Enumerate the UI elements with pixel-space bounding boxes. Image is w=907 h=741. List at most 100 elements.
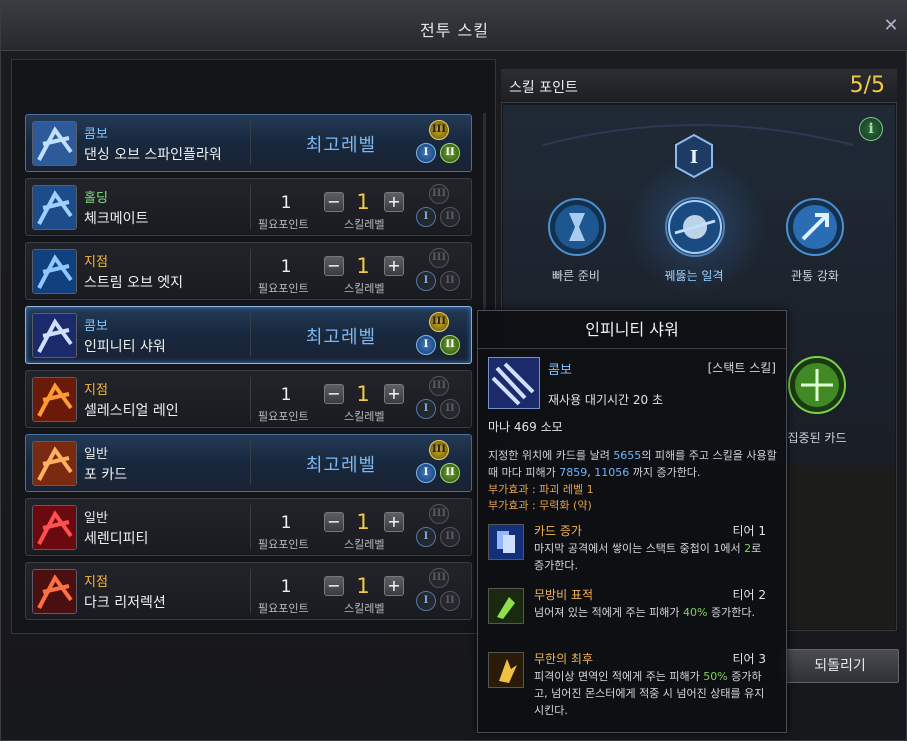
tree-skill-label-2: 관통 강화 [791,269,839,283]
tier-2-badge[interactable]: II [440,143,460,163]
skill-point-header: 스킬 포인트 5/5 [501,69,897,103]
tier-1-badge[interactable]: I [416,335,436,355]
tier-3-badge[interactable]: III [429,248,449,268]
tier-3-badge[interactable]: III [429,504,449,524]
need-point-value: 1 [280,513,292,533]
level-minus-button[interactable]: − [324,192,344,212]
stream-edge-icon [32,249,77,294]
tree-skill-pierce-enhance[interactable] [785,197,845,257]
level-minus-button[interactable]: − [324,512,344,532]
tree-skill-piercing-strike[interactable] [665,197,725,257]
four-card-icon [32,441,77,486]
tier-1-badge[interactable]: I [416,143,436,163]
tier-1-badge[interactable]: I [416,207,436,227]
tier-3-badge[interactable]: III [429,376,449,396]
tier-2-badge[interactable]: II [440,207,460,227]
skill-name: 셀레스티얼 레인 [84,403,179,419]
level-plus-button[interactable]: + [384,384,404,404]
card-increase-icon [488,524,524,560]
skill-name: 댄싱 오브 스파인플라워 [84,147,222,163]
max-level-label: 최고레벨 [305,135,377,156]
skill-row[interactable]: 콤보 인피니티 샤워 최고레벨 III I II [25,306,472,364]
info-icon[interactable]: i [859,117,883,141]
skill-level-value: 1 [356,574,370,598]
max-level-label: 최고레벨 [305,455,377,476]
tier-3-badge[interactable]: III [429,312,449,332]
infinity-shower-icon [488,357,540,409]
skill-name: 인피니티 샤워 [84,339,166,355]
level-plus-button[interactable]: + [384,576,404,596]
tier-3-badge[interactable]: III [429,120,449,140]
tier-3-name: 무한의 최후 [534,652,594,666]
skill-type: 콤보 [84,127,108,142]
title-bar[interactable]: 전투 스킬 ✕ [1,1,907,51]
tree-skill-quick-prep[interactable] [547,197,607,257]
level-minus-button[interactable]: − [324,256,344,276]
tier-2-badge[interactable]: II [440,271,460,291]
skill-row[interactable]: 지점 다크 리저렉션 1 필요포인트 −1 + 스킬레벨 III I II [25,562,472,620]
tree-skill-label-1: 꿰뚫는 일격 [664,269,724,283]
skill-type: 일반 [84,447,108,462]
skill-type: 일반 [84,511,108,526]
skill-row[interactable]: 홀딩 체크메이트 1 필요포인트 −1 + 스킬레벨 III I II [25,178,472,236]
tooltip-title: 인피니티 샤워 [478,311,786,349]
skill-point-title: 스킬 포인트 [509,80,578,96]
tier-1-badge[interactable]: I [416,463,436,483]
level-plus-button[interactable]: + [384,192,404,212]
serendipity-icon [32,505,77,550]
need-point-value: 1 [280,193,292,213]
tier-1-badge[interactable]: I [416,591,436,611]
skill-level-value: 1 [356,382,370,406]
checkmate-icon [32,185,77,230]
skill-type: 지점 [84,575,108,590]
level-plus-button[interactable]: + [384,256,404,276]
skill-name: 다크 리저렉션 [84,595,166,611]
skill-tooltip: 인피니티 샤워 콤보 [스택트 스킬] 재사용 대기시간 20 초 마나 469… [477,310,787,733]
tier-3-badge[interactable]: III [429,440,449,460]
row-divider [250,249,251,293]
tier-2-badge[interactable]: II [440,527,460,547]
row-divider [250,313,251,357]
skill-row[interactable]: 지점 셀레스티얼 레인 1 필요포인트 −1 + 스킬레벨 III I II [25,370,472,428]
tooltip-mana: 마나 469 소모 [488,420,563,434]
skill-row[interactable]: 일반 세렌디피티 1 필요포인트 −1 + 스킬레벨 III I II [25,498,472,556]
skill-level-label: 스킬레벨 [344,410,385,423]
tooltip-cooldown: 재사용 대기시간 20 초 [548,393,664,407]
tier-2-level: 티어 2 [732,588,766,602]
tier-1-badge[interactable]: I [416,271,436,291]
need-point-label: 필요포인트 [258,602,309,615]
revert-button[interactable]: 되돌리기 [781,649,899,683]
tier-2-badge[interactable]: II [440,335,460,355]
tier-1-name: 카드 증가 [534,524,582,538]
tier-3-level: 티어 3 [732,652,766,666]
skill-type: 지점 [84,255,108,270]
tier-2-badge[interactable]: II [440,399,460,419]
level-plus-button[interactable]: + [384,512,404,532]
need-point-label: 필요포인트 [258,538,309,551]
skill-name: 포 카드 [84,467,128,483]
row-divider [250,185,251,229]
tier-3-badge[interactable]: III [429,568,449,588]
tier-2-badge[interactable]: II [440,591,460,611]
tree-skill-focused-card[interactable] [787,355,847,415]
skill-row[interactable]: 일반 포 카드 최고레벨 III I II [25,434,472,492]
tier-1-badge[interactable]: I [416,527,436,547]
level-minus-button[interactable]: − [324,576,344,596]
row-divider [250,121,251,165]
skill-row[interactable]: 지점 스트림 오브 엣지 1 필요포인트 −1 + 스킬레벨 III I II [25,242,472,300]
tier-2-badge[interactable]: II [440,463,460,483]
tier-3-badge[interactable]: III [429,184,449,204]
skill-point-value: 5/5 [849,73,885,98]
skill-name: 세렌디피티 [84,531,149,547]
close-icon[interactable]: ✕ [880,15,902,37]
skill-level-label: 스킬레벨 [344,218,385,231]
vulnerable-target-icon [488,588,524,624]
level-minus-button[interactable]: − [324,384,344,404]
skill-row[interactable]: 콤보 댄싱 오브 스파인플라워 최고레벨 III I II [25,114,472,172]
tier-1-badge[interactable]: I [416,399,436,419]
skill-name: 체크메이트 [84,211,149,227]
skill-level-label: 스킬레벨 [344,538,385,551]
battle-skill-window: 전투 스킬 ✕ 콤보 댄싱 오브 스파인플라워 최고레벨 III I II 홀딩 체크메이트 1… [0,0,907,741]
tooltip-description: 지정한 위치에 카드를 날려 5655의 피해를 주고 스킬을 사용할 때 마다… [488,447,782,481]
skill-name: 스트림 오브 엣지 [84,275,184,291]
